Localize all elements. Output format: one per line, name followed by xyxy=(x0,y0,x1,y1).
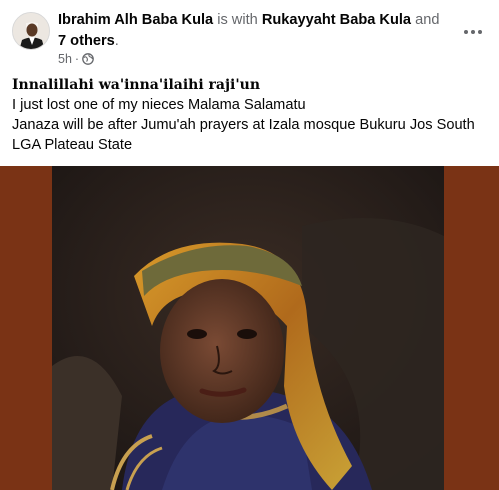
avatar-image xyxy=(13,13,49,49)
post-photo-frame[interactable] xyxy=(0,166,499,490)
globe-icon[interactable] xyxy=(82,53,94,65)
others-link[interactable]: 7 others xyxy=(58,33,115,49)
author-name[interactable]: Ibrahim Alh Baba Kula xyxy=(58,12,213,28)
period: . xyxy=(114,33,119,49)
with-text: is with xyxy=(213,12,262,28)
post-line-1: I just lost one of my nieces Malama Sala… xyxy=(12,97,306,113)
more-options-icon[interactable] xyxy=(459,18,487,46)
post-time[interactable]: 5h xyxy=(58,52,72,66)
post-header: Ibrahim Alh Baba Kula is with Rukayyaht … xyxy=(12,10,487,68)
post-line-2: Janaza will be after Jumu'ah prayers at … xyxy=(12,117,475,133)
tagged-name[interactable]: Rukayyaht Baba Kula xyxy=(262,12,411,28)
meta-separator: · xyxy=(74,52,80,66)
and-text: and xyxy=(411,12,440,28)
post-meta: 5h · xyxy=(58,52,94,66)
author-avatar[interactable] xyxy=(12,12,50,50)
post-photo[interactable] xyxy=(52,166,444,490)
post-message: Innalillahi wa'inna'ilaihi raji'un I jus… xyxy=(12,75,492,155)
post-heading: Innalillahi wa'inna'ilaihi raji'un xyxy=(12,77,261,93)
portrait-image xyxy=(52,166,444,490)
post-line-3: LGA Plateau State xyxy=(12,137,133,153)
post-attribution: Ibrahim Alh Baba Kula is with Rukayyaht … xyxy=(58,10,448,52)
facebook-post: Ibrahim Alh Baba Kula is with Rukayyaht … xyxy=(0,0,499,490)
